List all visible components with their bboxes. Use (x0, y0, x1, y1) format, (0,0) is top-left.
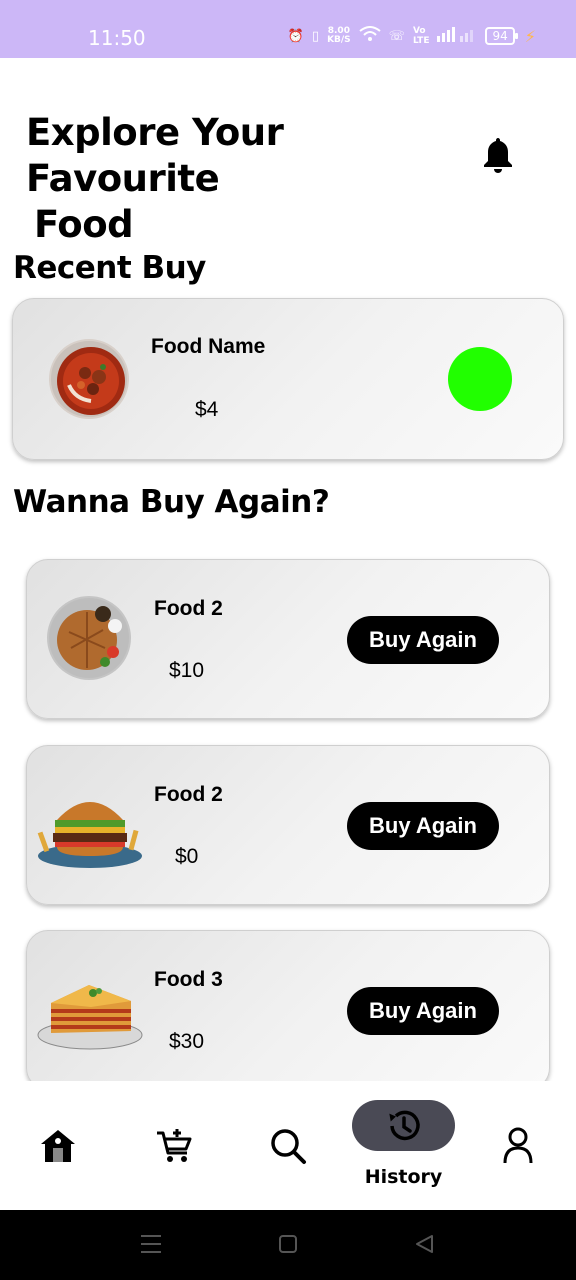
list-item[interactable]: Food 2 $0 Buy Again (26, 745, 550, 905)
search-icon[interactable] (268, 1126, 308, 1166)
home-button-icon[interactable] (278, 1234, 298, 1259)
history-tab[interactable] (352, 1100, 455, 1151)
buy-again-list[interactable]: Food 2 $10 Buy Again Food 2 $0 Buy Again (0, 540, 576, 1081)
status-icons: ⏰ ▯ 8.00 KB/S ☏ Vo LTE 94 ⚡ (288, 26, 536, 46)
back-icon[interactable] (414, 1234, 434, 1259)
food-image (37, 973, 143, 1053)
buy-again-heading: Wanna Buy Again? (13, 484, 330, 520)
volte-icon: Vo LTE (412, 26, 430, 46)
list-item[interactable]: Food 2 $10 Buy Again (26, 559, 550, 719)
food-image (47, 596, 131, 680)
food-price: $10 (169, 659, 205, 682)
food-price: $0 (175, 845, 199, 868)
food-price: $4 (195, 398, 219, 421)
cart-icon[interactable] (154, 1126, 194, 1166)
buy-again-button[interactable]: Buy Again (347, 616, 499, 664)
food-name: Food 3 (154, 968, 223, 991)
home-icon[interactable] (38, 1128, 78, 1164)
food-name: Food 2 (154, 597, 223, 620)
battery-indicator: 94 (485, 27, 519, 45)
wifi-icon (359, 26, 381, 46)
status-indicator (448, 347, 512, 411)
list-item[interactable]: Food 3 $30 Buy Again (26, 930, 550, 1081)
buy-again-button[interactable]: Buy Again (347, 802, 499, 850)
signal-icon (437, 26, 477, 46)
food-image (49, 339, 129, 419)
food-price: $30 (169, 1030, 205, 1053)
buy-again-button[interactable]: Buy Again (347, 987, 499, 1035)
history-icon (388, 1110, 420, 1140)
wifi-calling-icon: ☏ (388, 28, 405, 44)
food-name: Food 2 (154, 783, 223, 806)
alarm-icon: ⏰ (287, 28, 304, 44)
food-image (37, 786, 143, 872)
bell-icon[interactable] (482, 136, 514, 174)
recent-buy-heading: Recent Buy (13, 250, 206, 286)
history-tab-label[interactable]: History (352, 1166, 455, 1188)
status-time: 11:50 (88, 26, 146, 50)
charging-icon: ⚡ (524, 26, 536, 46)
vibrate-icon: ▯ (311, 28, 320, 44)
menu-icon[interactable] (140, 1234, 162, 1259)
status-bar: 11:50 ⏰ ▯ 8.00 KB/S ☏ Vo LTE 94 ⚡ (0, 0, 576, 58)
food-name: Food Name (151, 335, 266, 358)
network-speed: 8.00 KB/S (327, 26, 351, 45)
page-title: Explore Your Favourite Food (26, 111, 284, 246)
system-navigation-bar (0, 1210, 576, 1280)
recent-buy-card[interactable]: Food Name $4 (12, 298, 564, 460)
profile-icon[interactable] (500, 1126, 536, 1166)
